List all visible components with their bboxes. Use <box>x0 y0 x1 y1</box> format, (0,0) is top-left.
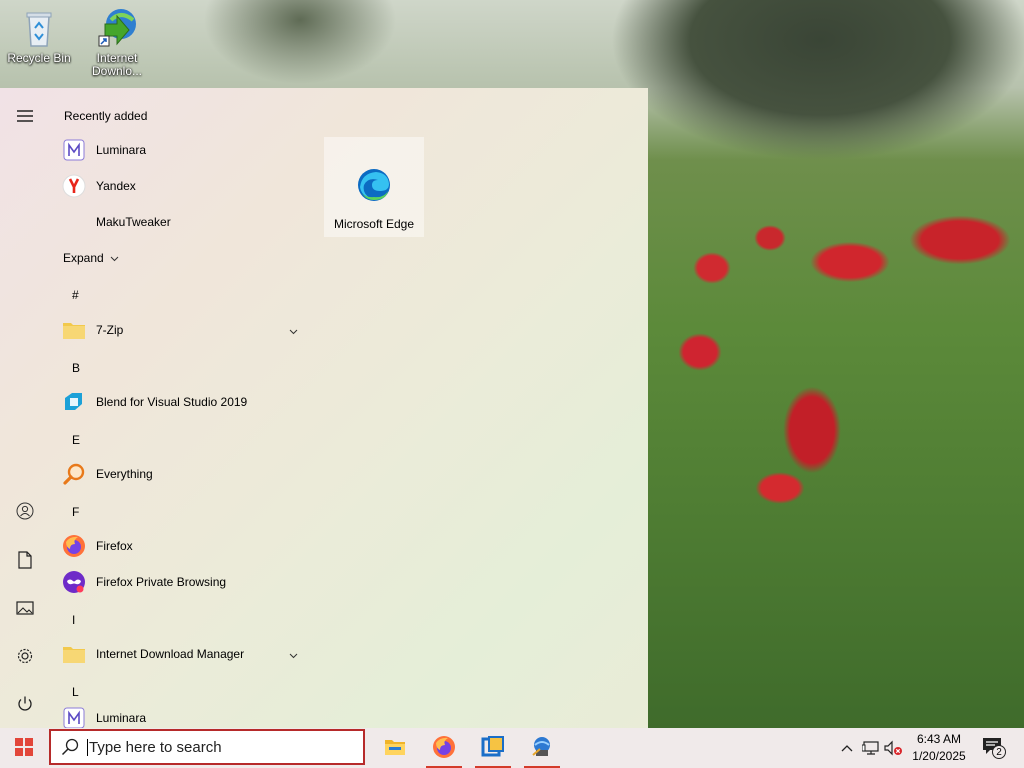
folder-icon <box>62 642 86 666</box>
notification-count-badge: 2 <box>992 745 1006 759</box>
show-hidden-icons-chevron[interactable] <box>838 728 856 768</box>
blend-icon <box>62 390 86 414</box>
app-label: Internet Download Manager <box>96 647 245 661</box>
taskbar-network-app[interactable] <box>522 728 562 768</box>
app-item-luminara[interactable]: Luminara <box>62 703 302 728</box>
luminara-icon <box>62 706 86 728</box>
app-label: Blend for Visual Studio 2019 <box>96 395 248 409</box>
group-letter-i[interactable]: I <box>72 613 75 627</box>
app-item-everything[interactable]: Everything <box>62 459 302 489</box>
app-label: Firefox Private Browsing <box>96 575 227 589</box>
luminara-icon <box>62 138 86 162</box>
app-label: Yandex <box>96 179 136 193</box>
search-placeholder[interactable]: Type here to search <box>87 738 222 756</box>
app-label: Luminara <box>96 143 147 157</box>
group-letter-e[interactable]: E <box>72 433 80 447</box>
app-label: Firefox <box>96 539 133 553</box>
network-icon[interactable] <box>860 728 882 768</box>
app-label: Everything <box>96 467 153 481</box>
volume-muted-icon[interactable] <box>882 728 904 768</box>
app-list: Recently added Luminara Yandex MakuTweak… <box>48 88 310 728</box>
firefox-private-icon <box>62 570 86 594</box>
desktop-icon-recycle-bin[interactable]: Recycle Bin <box>2 6 76 65</box>
clock-time: 6:43 AM <box>916 732 962 746</box>
chevron-down-icon[interactable] <box>289 324 298 338</box>
expand-label: Expand <box>63 251 104 265</box>
internet-download-manager-icon <box>95 6 139 50</box>
tile-label: Microsoft Edge <box>333 217 415 231</box>
app-label: Luminara <box>96 711 147 725</box>
search-icon <box>61 738 79 756</box>
file-explorer-icon <box>384 737 406 760</box>
app-item-firefox-private[interactable]: Firefox Private Browsing <box>62 567 302 597</box>
group-letter-b[interactable]: B <box>72 361 80 375</box>
hamburger-menu-icon[interactable] <box>12 103 38 129</box>
user-account-icon[interactable] <box>12 498 38 524</box>
app-item-luminara-recent[interactable]: Luminara <box>62 135 302 165</box>
taskbar-file-explorer[interactable] <box>374 728 416 768</box>
expand-button[interactable]: Expand <box>63 243 143 273</box>
app-item-yandex[interactable]: Yandex <box>62 171 302 201</box>
edge-icon <box>356 167 392 206</box>
tile-microsoft-edge[interactable]: Microsoft Edge <box>324 137 424 237</box>
recently-added-heading: Recently added <box>64 109 148 123</box>
app-item-blend[interactable]: Blend for Visual Studio 2019 <box>62 387 302 417</box>
desktop-icon-internet-download-manager[interactable]: Internet Downlo... <box>80 6 154 78</box>
start-rail <box>0 88 48 728</box>
documents-icon[interactable] <box>12 547 38 573</box>
system-clock[interactable]: 6:43 AM 1/20/2025 <box>904 731 974 765</box>
app-label: MakuTweaker <box>96 215 171 229</box>
app-item-7zip[interactable]: 7-Zip <box>62 315 302 345</box>
desktop-icon-label: Internet Downlo... <box>91 51 143 78</box>
start-menu: Recently added Luminara Yandex MakuTweak… <box>0 88 648 728</box>
chevron-down-icon <box>110 251 119 265</box>
everything-search-icon <box>62 462 86 486</box>
settings-gear-icon[interactable] <box>12 643 38 669</box>
firefox-icon <box>62 534 86 558</box>
desktop-icon-label: Recycle Bin <box>7 51 71 65</box>
firefox-icon <box>432 735 456 762</box>
group-letter-hash[interactable]: # <box>72 288 79 302</box>
group-letter-l[interactable]: L <box>72 685 79 699</box>
taskbar-firefox[interactable] <box>424 728 464 768</box>
yandex-icon <box>62 174 86 198</box>
app-item-firefox[interactable]: Firefox <box>62 531 302 561</box>
action-center-button[interactable]: 2 <box>978 728 1008 768</box>
clock-date: 1/20/2025 <box>912 749 966 763</box>
pictures-icon[interactable] <box>12 595 38 621</box>
taskbar: Type here to search 6:43 AM 1/20/2025 2 <box>0 728 1024 768</box>
group-letter-f[interactable]: F <box>72 505 79 519</box>
app-item-makutweaker[interactable]: MakuTweaker <box>62 207 302 237</box>
network-app-icon <box>530 735 554 762</box>
taskbar-search-box[interactable]: Type here to search <box>49 729 365 765</box>
chevron-down-icon[interactable] <box>289 648 298 662</box>
virtualbox-icon <box>481 735 505 762</box>
start-button[interactable] <box>0 728 48 768</box>
folder-icon <box>62 318 86 342</box>
makutweaker-icon <box>62 210 86 234</box>
notifications-icon: 2 <box>982 737 1006 759</box>
recycle-bin-icon <box>17 6 61 50</box>
windows-logo-icon <box>15 737 33 759</box>
app-label: 7-Zip <box>96 323 124 337</box>
app-item-internet-download-manager[interactable]: Internet Download Manager <box>62 639 302 669</box>
power-icon[interactable] <box>12 691 38 717</box>
taskbar-virtualbox[interactable] <box>473 728 513 768</box>
